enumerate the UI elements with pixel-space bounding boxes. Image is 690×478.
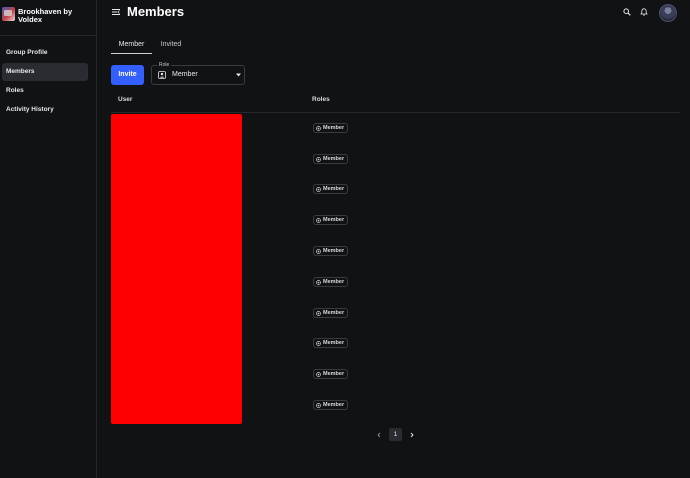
- column-header-user: User: [118, 96, 133, 103]
- sidebar-nav: Group Profile Members Roles Activity His…: [2, 44, 88, 120]
- role-icon: [316, 279, 321, 285]
- page-number-current[interactable]: 1: [389, 428, 402, 441]
- role-icon: [316, 156, 321, 162]
- role-badge-label: Member: [323, 125, 345, 131]
- avatar[interactable]: [659, 4, 677, 22]
- role-icon: [316, 340, 321, 346]
- role-icon: [316, 310, 321, 316]
- role-badge-label: Member: [323, 156, 345, 162]
- tab-invited[interactable]: Invited: [154, 39, 188, 55]
- role-badge-label: Member: [323, 340, 345, 346]
- app-window: Brookhaven by Voldex Group Profile Membe…: [0, 0, 690, 478]
- sidebar-item-roles[interactable]: Roles: [2, 82, 88, 100]
- role-badge-label: Member: [323, 371, 345, 377]
- role-badge: Member: [313, 400, 349, 410]
- role-badge: Member: [313, 123, 349, 133]
- search-icon[interactable]: [623, 8, 631, 16]
- role-badge-icon: [158, 71, 166, 79]
- chevron-down-icon: [236, 73, 241, 77]
- page-title: Members: [127, 4, 185, 19]
- role-badge: Member: [313, 369, 349, 379]
- role-badge: Member: [313, 215, 349, 225]
- role-icon: [316, 125, 321, 131]
- role-icon: [316, 248, 321, 254]
- chevron-left-icon[interactable]: [375, 430, 383, 440]
- role-icon: [316, 186, 321, 192]
- role-icon: [316, 402, 321, 408]
- group-logo: [2, 7, 15, 21]
- role-badge-label: Member: [323, 310, 345, 316]
- sidebar-item-activity-history[interactable]: Activity History: [2, 101, 88, 119]
- column-header-roles: Roles: [312, 96, 330, 103]
- role-filter-label: Role: [157, 62, 172, 68]
- role-badge-label: Member: [323, 217, 345, 223]
- redacted-user-column: [111, 114, 242, 424]
- role-badge: Member: [313, 338, 349, 348]
- sidebar-item-group-profile[interactable]: Group Profile: [2, 44, 88, 62]
- notification-bell-icon[interactable]: [640, 8, 648, 16]
- role-badge: Member: [313, 246, 349, 256]
- role-badge: Member: [313, 277, 349, 287]
- sidebar-item-members[interactable]: Members: [2, 63, 88, 81]
- role-badge: Member: [313, 154, 349, 164]
- role-badge: Member: [313, 308, 349, 318]
- sidebar: Brookhaven by Voldex Group Profile Membe…: [0, 0, 97, 478]
- role-badge-label: Member: [323, 402, 345, 408]
- active-tab-indicator: [111, 53, 152, 54]
- role-badge-label: Member: [323, 279, 345, 285]
- collapse-menu-icon[interactable]: [112, 8, 120, 16]
- role-badge: Member: [313, 184, 349, 194]
- role-badge-label: Member: [323, 248, 345, 254]
- role-icon: [316, 371, 321, 377]
- chevron-right-icon[interactable]: [408, 430, 416, 440]
- role-filter-value: Member: [172, 71, 198, 78]
- role-filter-select[interactable]: Role Member: [151, 62, 245, 85]
- role-icon: [316, 217, 321, 223]
- group-header[interactable]: Brookhaven by Voldex: [0, 0, 96, 36]
- group-name: Brookhaven by Voldex: [18, 7, 73, 24]
- role-badge-label: Member: [323, 186, 345, 192]
- invite-button[interactable]: Invite: [111, 65, 144, 85]
